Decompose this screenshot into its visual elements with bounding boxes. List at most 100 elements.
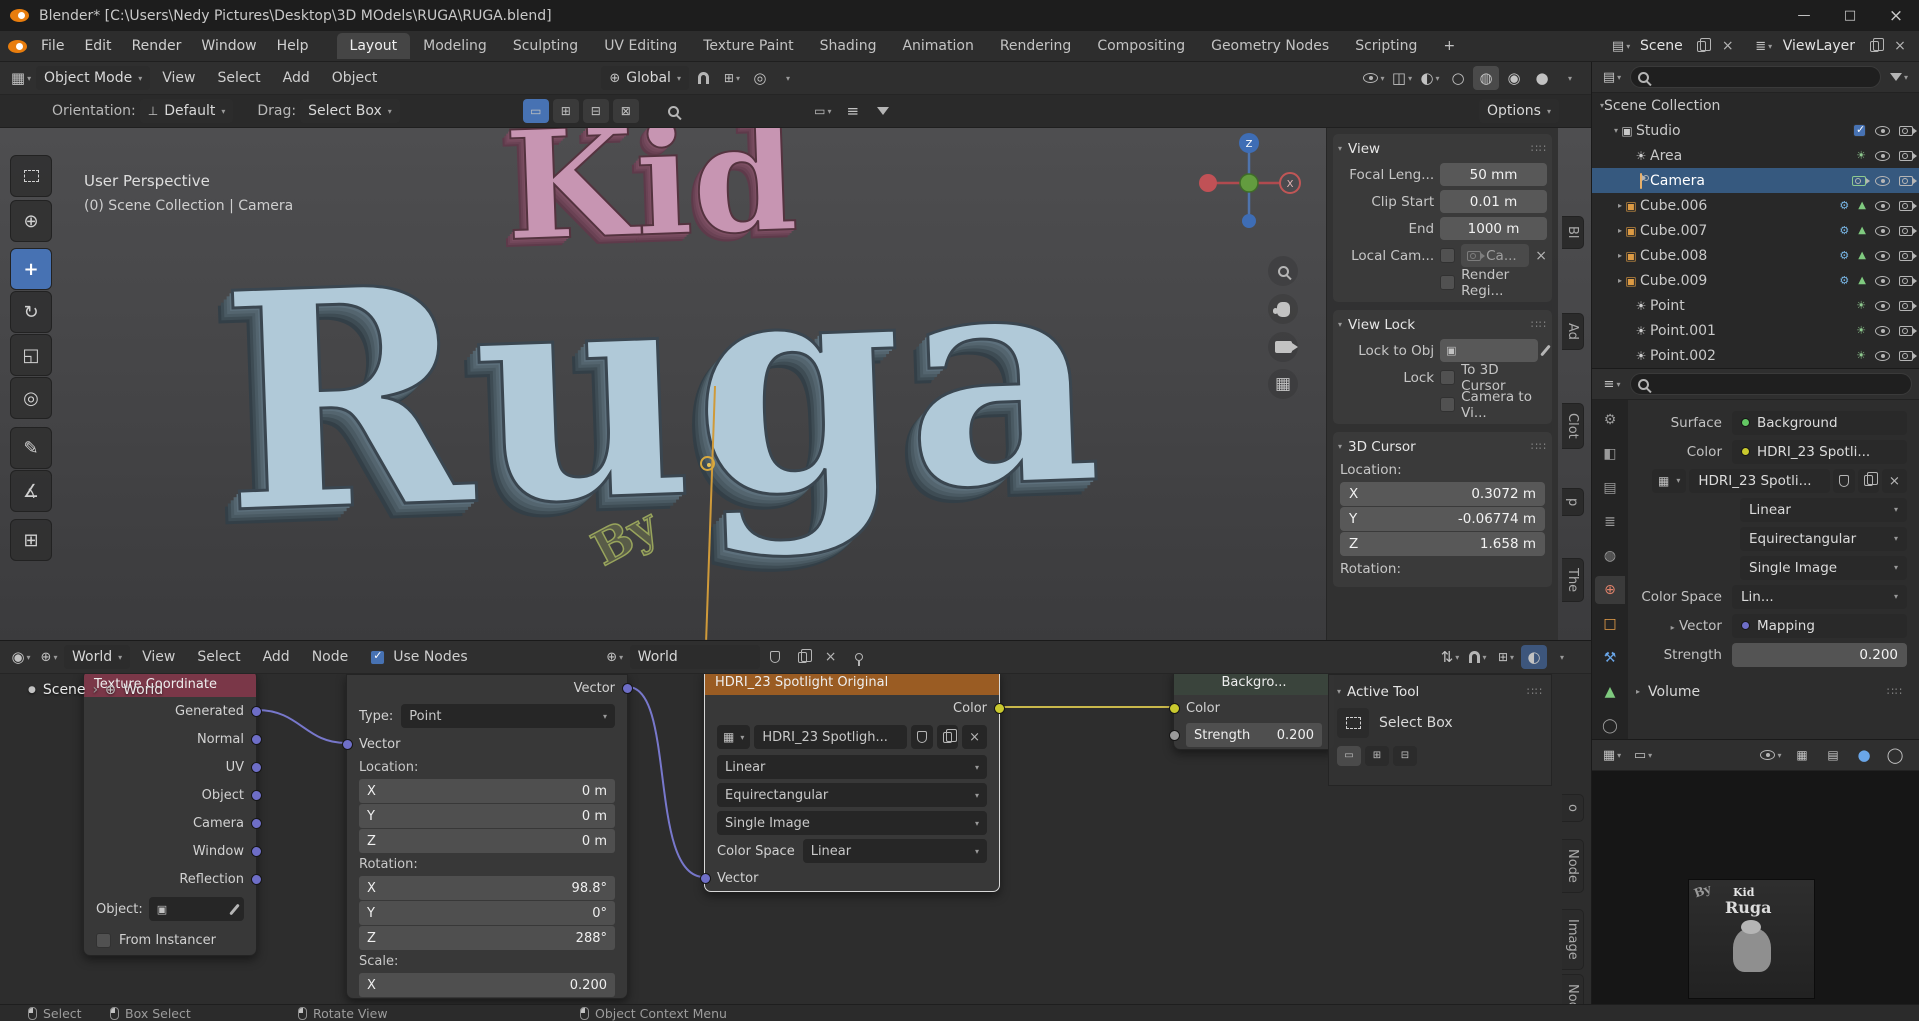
socket-generated[interactable]	[250, 705, 262, 717]
tab-world[interactable]: ⊕	[1595, 576, 1625, 604]
from-instancer-checkbox[interactable]	[96, 932, 111, 948]
render-visibility-icon[interactable]	[1899, 225, 1917, 236]
filter-icon[interactable]: ▾	[1886, 65, 1912, 89]
viewport-menu-view[interactable]: View	[152, 70, 205, 86]
panel-title[interactable]: View Lock	[1348, 317, 1415, 333]
object-field[interactable]: ▣	[148, 897, 244, 921]
camera-to-view-checkbox[interactable]	[1440, 397, 1456, 412]
overlays-icon[interactable]: ◫ ▾	[1389, 66, 1415, 90]
workspace-tab-scripting[interactable]: Scripting	[1342, 33, 1430, 59]
image-canvas[interactable]: By Kid Ruga	[1592, 771, 1919, 1005]
modifier-icon[interactable]: ⚙	[1839, 274, 1849, 287]
snap-settings-dropdown[interactable]: ⊞ ▾	[719, 66, 745, 90]
editor-type-icon[interactable]: ▦ ▾	[1599, 743, 1625, 767]
shading-rendered-icon[interactable]: ●	[1529, 66, 1555, 90]
tool-select-box[interactable]	[10, 155, 52, 197]
panel-title[interactable]: View	[1348, 141, 1380, 157]
projection-dropdown[interactable]: Equirectangular ▾	[1740, 526, 1907, 551]
socket-vector-in[interactable]	[341, 738, 353, 750]
select-mode-new-icon[interactable]: ▭	[522, 99, 549, 123]
pan-hand-icon[interactable]	[1268, 294, 1298, 324]
workspace-tab-animation[interactable]: Animation	[889, 33, 986, 59]
node-texture-coordinate[interactable]: Texture Coordinate Generated Normal UV O…	[83, 674, 262, 956]
modifier-icon[interactable]: ⚙	[1839, 249, 1849, 262]
clip-start-field[interactable]: 0.01 m	[1440, 190, 1547, 213]
rotation-y-field[interactable]: Y 0°	[359, 901, 615, 925]
panel-title[interactable]: Active Tool	[1347, 684, 1419, 700]
socket-window[interactable]	[250, 845, 262, 857]
minimize-button[interactable]: —	[1781, 0, 1827, 31]
shader-menu-add[interactable]: Add	[253, 649, 300, 665]
tool-add-cube[interactable]: ⊞	[10, 519, 52, 561]
eyedropper-icon[interactable]	[1540, 344, 1551, 357]
workspace-tab-layout[interactable]: Layout	[336, 33, 411, 59]
tool-scale[interactable]: ◱	[10, 334, 52, 376]
mode-dropdown[interactable]: Object Mode ▾	[36, 66, 151, 90]
mesh-data-icon[interactable]: ▲	[1858, 200, 1866, 211]
copy-image-icon[interactable]	[937, 725, 959, 749]
surface-value-button[interactable]: Background	[1732, 410, 1907, 435]
location-z-field[interactable]: Z0 m	[359, 829, 615, 853]
modifier-icon[interactable]: ⚙	[1839, 199, 1849, 212]
menu-render[interactable]: Render	[122, 38, 192, 54]
tab-render[interactable]: ◧	[1595, 440, 1625, 467]
clip-end-field[interactable]: 1000 m	[1440, 217, 1547, 240]
workspace-tab-sculpting[interactable]: Sculpting	[500, 33, 591, 59]
snap-magnet-icon[interactable]	[691, 66, 717, 90]
viewport-menu-add[interactable]: Add	[273, 70, 320, 86]
node-background[interactable]: Backgro... Color Strength 0.200	[1168, 674, 1335, 750]
menu-help[interactable]: Help	[267, 38, 319, 54]
view-layer-icon[interactable]: ≣ ▾	[1751, 34, 1777, 58]
strength-field[interactable]: 0.200	[1732, 642, 1907, 667]
strength-field[interactable]: Strength 0.200	[1186, 723, 1322, 747]
fake-user-shield-icon[interactable]	[762, 645, 788, 669]
light-data-icon[interactable]: ☀	[1856, 299, 1866, 312]
hide-icon[interactable]	[1875, 350, 1890, 361]
cursor-y-field[interactable]: Y -0.06774 m	[1340, 507, 1545, 531]
shading-ball-icon[interactable]: ●	[1851, 743, 1877, 767]
view-object-types-dropdown[interactable]: ▭ ▾	[810, 99, 836, 123]
xray-toggle-icon[interactable]: ◐ ▾	[1417, 66, 1443, 90]
shading-wireframe-icon[interactable]: ○	[1445, 66, 1471, 90]
search-input[interactable]	[1630, 373, 1912, 395]
transform-orientation-dropdown[interactable]: ⊕ Global ▾	[601, 66, 689, 90]
mesh-data-icon[interactable]: ▲	[1858, 250, 1866, 261]
light-data-icon[interactable]: ☀	[1856, 324, 1866, 337]
socket-camera[interactable]	[250, 817, 262, 829]
tab-view-layer[interactable]: ≣	[1595, 508, 1625, 535]
hide-icon[interactable]	[1875, 175, 1890, 186]
hide-icon[interactable]	[1875, 325, 1890, 336]
add-workspace-button[interactable]: +	[1430, 33, 1468, 59]
tab-scene[interactable]: ◍	[1595, 542, 1625, 569]
socket-vector-out[interactable]	[621, 682, 633, 694]
new-view-layer-icon[interactable]	[1861, 34, 1887, 58]
panel-drag-dots[interactable]: ∷∷	[1527, 685, 1543, 698]
image-browse-icon[interactable]: ▦ ▾	[717, 725, 751, 749]
color-space-dropdown[interactable]: Linear ▾	[802, 839, 987, 863]
socket-normal[interactable]	[250, 733, 262, 745]
close-button[interactable]: ×	[1873, 0, 1919, 31]
show-gizmo-icon[interactable]: ▾	[1361, 66, 1387, 90]
shader-tab-tool[interactable]: o	[1562, 794, 1584, 822]
light-data-icon[interactable]: ☀	[1856, 149, 1866, 162]
search-input[interactable]	[1630, 66, 1881, 88]
color-space-dropdown[interactable]: Lin... ▾	[1732, 584, 1907, 609]
lock-object-field[interactable]: ▣	[1440, 339, 1538, 362]
layers-icon[interactable]: ▤	[1820, 743, 1846, 767]
node-title[interactable]: HDRI_23 Spotlight Original	[715, 675, 888, 690]
workspace-tab-uv-editing[interactable]: UV Editing	[591, 33, 690, 59]
interpolation-dropdown[interactable]: Linear ▾	[1740, 497, 1907, 522]
mode-extend-icon[interactable]: ⊞	[1365, 746, 1389, 766]
fake-user-shield-icon[interactable]	[1832, 468, 1855, 493]
blender-menu-logo[interactable]	[8, 39, 27, 53]
workspace-tab-geometry-nodes[interactable]: Geometry Nodes	[1198, 33, 1342, 59]
tab-tool[interactable]: ⚙	[1595, 406, 1625, 433]
view-layer-name[interactable]: ViewLayer	[1783, 38, 1855, 54]
image-name-field[interactable]: HDRI_23 Spotligh...	[754, 725, 908, 749]
maximize-button[interactable]: □	[1827, 0, 1873, 31]
tab-modifiers[interactable]: ⚒	[1595, 645, 1625, 672]
eyedropper-icon[interactable]	[229, 903, 240, 915]
collapse-icon[interactable]: ▾	[1338, 320, 1342, 329]
unlink-image-icon[interactable]: ×	[1881, 468, 1907, 493]
circle-icon[interactable]: ◯	[1882, 743, 1908, 767]
